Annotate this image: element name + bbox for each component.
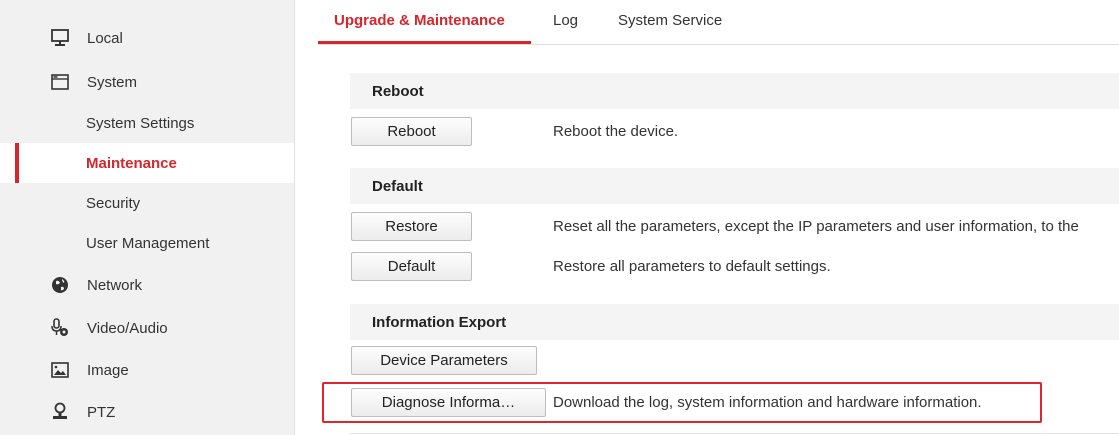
active-tab-indicator (318, 41, 531, 44)
sidebar-item-image[interactable]: Image (0, 350, 294, 390)
section-header-information-export: Information Export (350, 304, 1119, 340)
highlight-box (322, 382, 1042, 423)
sidebar: Local System System Settings Maintenance… (0, 0, 295, 435)
tab-system-service[interactable]: System Service (618, 12, 722, 29)
image-icon (50, 360, 70, 380)
sidebar-item-video-audio[interactable]: Video/Audio (0, 308, 294, 348)
sidebar-item-label: Local (87, 29, 123, 47)
sidebar-item-label: Security (86, 194, 141, 212)
sidebar-item-local[interactable]: Local (0, 18, 294, 58)
sidebar-item-maintenance[interactable]: Maintenance (0, 143, 294, 183)
ptz-camera-icon (50, 402, 70, 422)
section-title: Default (372, 178, 423, 195)
section-header-default: Default (350, 168, 1119, 204)
globe-icon (50, 275, 70, 295)
sidebar-item-label: PTZ (87, 403, 116, 421)
sidebar-item-system-settings[interactable]: System Settings (0, 103, 294, 143)
divider (350, 433, 1119, 434)
tab-bar: Upgrade & Maintenance Log System Service (318, 0, 1119, 45)
tab-log[interactable]: Log (553, 12, 578, 29)
restore-description: Reset all the parameters, except the IP … (553, 218, 1079, 235)
device-parameters-button[interactable]: Device Parameters (351, 346, 537, 375)
sidebar-item-security[interactable]: Security (0, 183, 294, 223)
sidebar-item-label: Maintenance (86, 154, 177, 172)
section-title: Information Export (372, 314, 507, 331)
restore-button[interactable]: Restore (351, 212, 472, 241)
reboot-description: Reboot the device. (553, 123, 679, 140)
sidebar-item-label: User Management (86, 234, 210, 252)
sidebar-item-label: Image (87, 361, 129, 379)
section-header-reboot: Reboot (350, 73, 1119, 109)
sidebar-item-label: System (87, 73, 138, 91)
window-icon (50, 72, 70, 92)
section-title: Reboot (372, 83, 424, 100)
microphone-camera-icon (50, 318, 70, 338)
default-description: Restore all parameters to default settin… (553, 258, 831, 275)
sidebar-item-label: Video/Audio (87, 319, 168, 337)
sidebar-item-system[interactable]: System (0, 62, 294, 102)
sidebar-item-user-management[interactable]: User Management (0, 223, 294, 263)
default-button[interactable]: Default (351, 252, 472, 281)
sidebar-item-network[interactable]: Network (0, 265, 294, 305)
monitor-icon (50, 28, 70, 48)
tab-upgrade-maintenance[interactable]: Upgrade & Maintenance (334, 12, 505, 29)
sidebar-item-label: Network (87, 276, 143, 294)
sidebar-item-label: System Settings (86, 114, 195, 132)
sidebar-item-ptz[interactable]: PTZ (0, 392, 294, 432)
reboot-button[interactable]: Reboot (351, 117, 472, 146)
